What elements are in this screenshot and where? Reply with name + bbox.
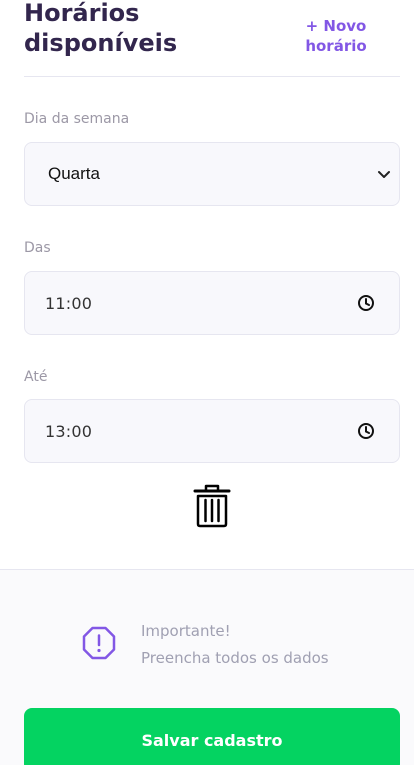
warning-icon [82, 626, 116, 660]
from-time-input[interactable]: 11:00 [24, 271, 400, 335]
new-schedule-button[interactable]: + Novo horário [301, 16, 371, 56]
page-title: Horários disponíveis [24, 0, 178, 57]
weekday-label: Dia da semana [24, 111, 130, 127]
from-label: Das [24, 240, 51, 256]
chevron-down-icon [378, 171, 390, 178]
trash-icon[interactable] [193, 484, 231, 528]
from-time-value: 11:00 [45, 293, 93, 313]
to-time-input[interactable]: 13:00 [24, 399, 400, 463]
warning-title: Importante! [141, 622, 231, 640]
clock-icon[interactable] [357, 422, 375, 440]
warning-text: Preencha todos os dados [141, 649, 329, 667]
to-time-value: 13:00 [45, 421, 93, 441]
weekday-value: Quarta [48, 164, 100, 183]
header-divider [24, 76, 400, 77]
weekday-select[interactable]: Quarta [24, 142, 400, 206]
clock-icon[interactable] [357, 294, 375, 312]
to-label: Até [24, 369, 48, 385]
save-button[interactable]: Salvar cadastro [24, 708, 400, 765]
schedule-header: Horários disponíveis + Novo horário [24, 0, 390, 78]
